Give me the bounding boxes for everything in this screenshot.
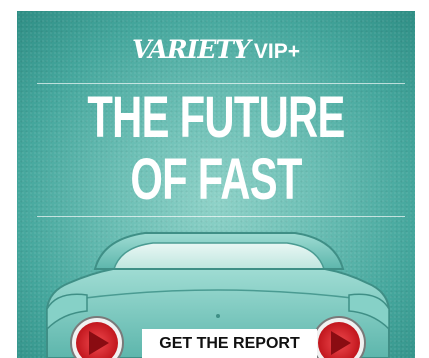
- taillight-right-icon: [312, 316, 366, 358]
- get-report-button[interactable]: GET THE REPORT: [142, 329, 317, 358]
- taillight-left-icon: [70, 316, 124, 358]
- ad-banner[interactable]: VARIETY VIP+ THE FUTURE OF FAST GET THE …: [17, 11, 415, 358]
- car-illustration: [46, 232, 390, 358]
